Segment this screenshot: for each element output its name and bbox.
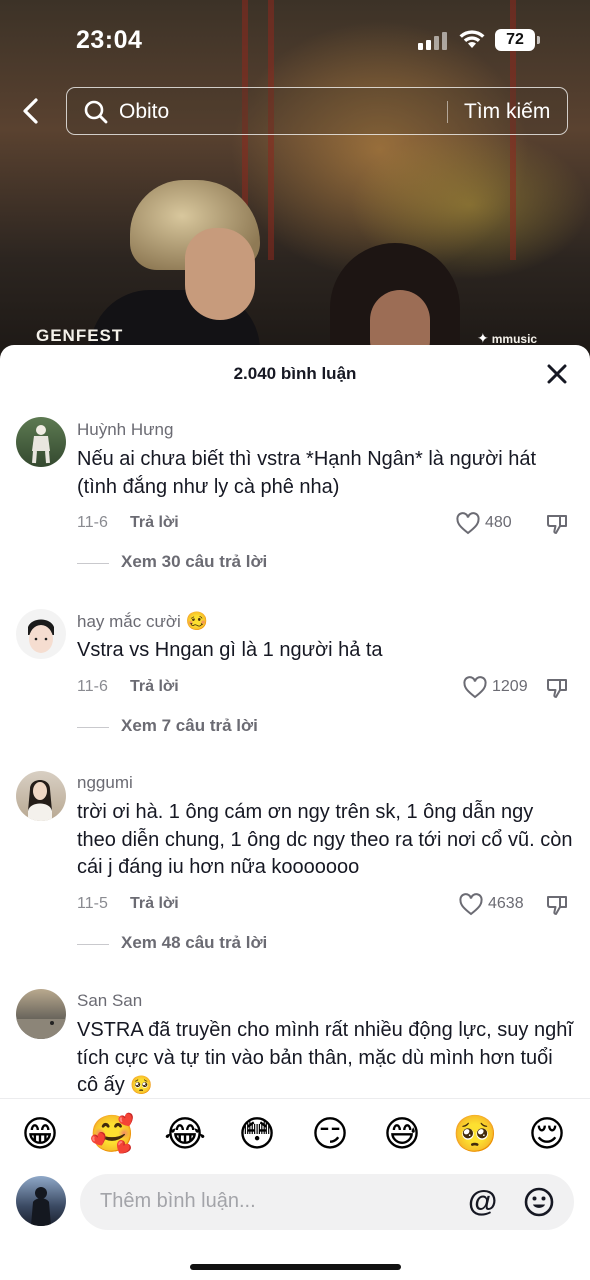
comment-text: Vstra vs Hngan gì là 1 người hả ta [77, 639, 383, 661]
search-button[interactable]: Tìm kiếm [464, 100, 550, 124]
status-bar: 23:04 72 [0, 0, 590, 80]
reply-button[interactable]: Trả lời [130, 678, 179, 696]
emoji-picker-icon[interactable] [523, 1186, 555, 1218]
comment-input-placeholder: Thêm bình luận... [100, 1190, 256, 1212]
user-avatar-image [28, 780, 52, 821]
like-count: 480 [485, 514, 512, 531]
like-count: 4638 [488, 895, 524, 912]
back-arrow-icon[interactable] [14, 92, 50, 130]
view-replies-label: Xem 30 câu trả lời [121, 552, 268, 571]
my-avatar[interactable] [16, 1176, 66, 1226]
avatar[interactable] [16, 989, 66, 1039]
like-button[interactable]: 1209 [462, 675, 542, 701]
emoji-flushed[interactable]: 😳 [234, 1113, 280, 1155]
avatar[interactable] [16, 609, 66, 659]
comment-text: Nếu ai chưa biết thì vstra *Hạnh Ngân* l… [77, 448, 537, 498]
dislike-icon[interactable] [545, 893, 569, 917]
search-icon [84, 100, 108, 124]
like-button[interactable]: 4638 [458, 892, 538, 918]
comment-input-bar: Thêm bình luận... @ [0, 1168, 590, 1280]
emoji-pleading[interactable]: 🥺 [452, 1113, 498, 1155]
comment-username[interactable]: Huỳnh Hưng [77, 420, 173, 440]
comment-emoji: 🥺 [130, 1075, 153, 1095]
user-avatar-image [32, 425, 50, 464]
comment-text: VSTRA đã truyền cho mình rất nhiều động … [77, 1019, 573, 1096]
emoji-quick-bar: 😁 🥰 😂 😳 😏 😅 🥺 😌 [0, 1098, 590, 1168]
cellular-signal-icon [418, 30, 450, 50]
view-replies-label: Xem 48 câu trả lời [121, 933, 268, 952]
heart-icon [463, 676, 487, 699]
wifi-icon [459, 30, 485, 48]
like-button[interactable]: 480 [455, 511, 535, 537]
heart-icon [459, 893, 483, 916]
emoji-tears-of-joy[interactable]: 😂 [162, 1113, 208, 1155]
comment-username[interactable]: nggumi [77, 773, 133, 793]
search-query-text[interactable]: Obito [119, 100, 169, 124]
emoji-smirk[interactable]: 😏 [307, 1113, 353, 1155]
status-time: 23:04 [76, 26, 143, 54]
emoji-sweat-smile[interactable]: 😅 [379, 1113, 425, 1155]
comments-count-title: 2.040 bình luận [233, 364, 357, 383]
dislike-icon[interactable] [545, 676, 569, 700]
username-emoji: 🥴 [185, 611, 208, 631]
comment-date: 11-6 [77, 514, 108, 531]
emoji-relieved[interactable]: 😌 [524, 1113, 570, 1155]
comment-input-field[interactable]: Thêm bình luận... @ [80, 1174, 574, 1230]
home-indicator [190, 1264, 401, 1270]
heart-icon [456, 512, 480, 535]
comment-date: 11-6 [77, 678, 108, 695]
reply-button[interactable]: Trả lời [130, 895, 179, 913]
comment-username[interactable]: hay mắc cười 🥴 [77, 611, 208, 632]
dislike-icon[interactable] [545, 512, 569, 536]
like-count: 1209 [492, 678, 528, 695]
replies-line [77, 944, 109, 945]
search-divider [447, 101, 448, 123]
avatar[interactable] [16, 771, 66, 821]
search-bar[interactable]: Obito Tìm kiếm [66, 87, 568, 135]
user-avatar-image [28, 619, 54, 653]
close-icon[interactable] [544, 361, 570, 387]
reply-button[interactable]: Trả lời [130, 514, 179, 532]
mention-button[interactable]: @ [468, 1185, 497, 1219]
comment-date: 11-5 [77, 895, 108, 912]
user-avatar-image [31, 1187, 51, 1226]
battery-indicator: 72 [495, 29, 540, 51]
comment-username[interactable]: San San [77, 991, 142, 1011]
genfest-logo: GENFEST [36, 326, 124, 345]
avatar[interactable] [16, 417, 66, 467]
emoji-grinning[interactable]: 😁 [17, 1113, 63, 1155]
user-avatar-image [16, 1019, 66, 1039]
comment-text: trời ơi hà. 1 ông cám ơn ngy trên sk, 1 … [77, 801, 573, 878]
replies-line [77, 563, 109, 564]
emoji-smiling-hearts[interactable]: 🥰 [89, 1113, 135, 1155]
view-replies-label: Xem 7 câu trả lời [121, 716, 258, 735]
performer-1-face [185, 228, 255, 320]
replies-line [77, 727, 109, 728]
